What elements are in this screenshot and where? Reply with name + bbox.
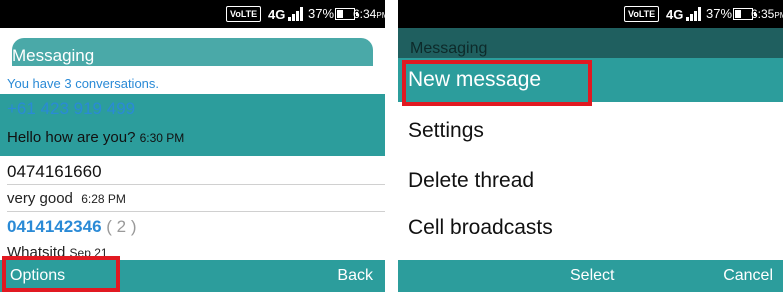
network-type: 4G xyxy=(268,7,286,22)
conversation-name: +61 423 919 499 xyxy=(7,99,136,118)
dimmed-title-bar: Messaging xyxy=(398,28,783,58)
cancel-softkey[interactable]: Cancel xyxy=(723,267,773,285)
conversation-snippet: Hello how are you? 6:30 PM xyxy=(7,129,185,146)
signal-icon xyxy=(288,6,306,21)
new-message-highlight-box xyxy=(402,60,592,106)
volte-indicator: VoLTE xyxy=(226,6,262,22)
conversation-name[interactable]: 0414142346 ( 2 ) xyxy=(0,217,385,237)
conversation-snippet: very good 6:28 PM xyxy=(7,190,126,207)
network-type: 4G xyxy=(666,7,684,22)
unread-count: ( 2 ) xyxy=(106,217,137,236)
menu-item-settings[interactable]: Settings xyxy=(408,119,484,143)
options-menu-screen: VoLTE 4G 37% 6:35PM Messaging New messag… xyxy=(398,0,783,292)
menu-item-delete-thread[interactable]: Delete thread xyxy=(408,169,534,193)
battery-icon xyxy=(733,8,756,20)
conversation-name[interactable]: 0474161660 xyxy=(0,162,385,182)
battery-percent: 37% xyxy=(706,6,733,21)
battery-icon xyxy=(335,8,358,20)
volte-indicator: VoLTE xyxy=(624,6,660,22)
clock: 6:35PM xyxy=(751,7,783,21)
select-softkey[interactable]: Select xyxy=(570,267,614,285)
app-title-bar: Messaging xyxy=(0,28,385,66)
signal-icon xyxy=(686,6,704,21)
conversation-count: You have 3 conversations. xyxy=(0,74,385,94)
menu-item-cell-broadcasts[interactable]: Cell broadcasts xyxy=(408,216,553,240)
page-title: Messaging xyxy=(12,46,95,65)
status-bar: VoLTE 4G 37% 6:34PM xyxy=(0,0,385,28)
options-highlight-box xyxy=(2,256,120,292)
clock: 6:34PM xyxy=(353,7,385,21)
battery-percent: 37% xyxy=(308,6,335,21)
softkey-bar: Select Cancel xyxy=(398,260,783,292)
status-bar: VoLTE 4G 37% 6:35PM xyxy=(398,0,783,28)
back-softkey[interactable]: Back xyxy=(337,267,373,285)
messaging-screen: VoLTE 4G 37% 6:34PM Messaging You have 3… xyxy=(0,0,385,292)
